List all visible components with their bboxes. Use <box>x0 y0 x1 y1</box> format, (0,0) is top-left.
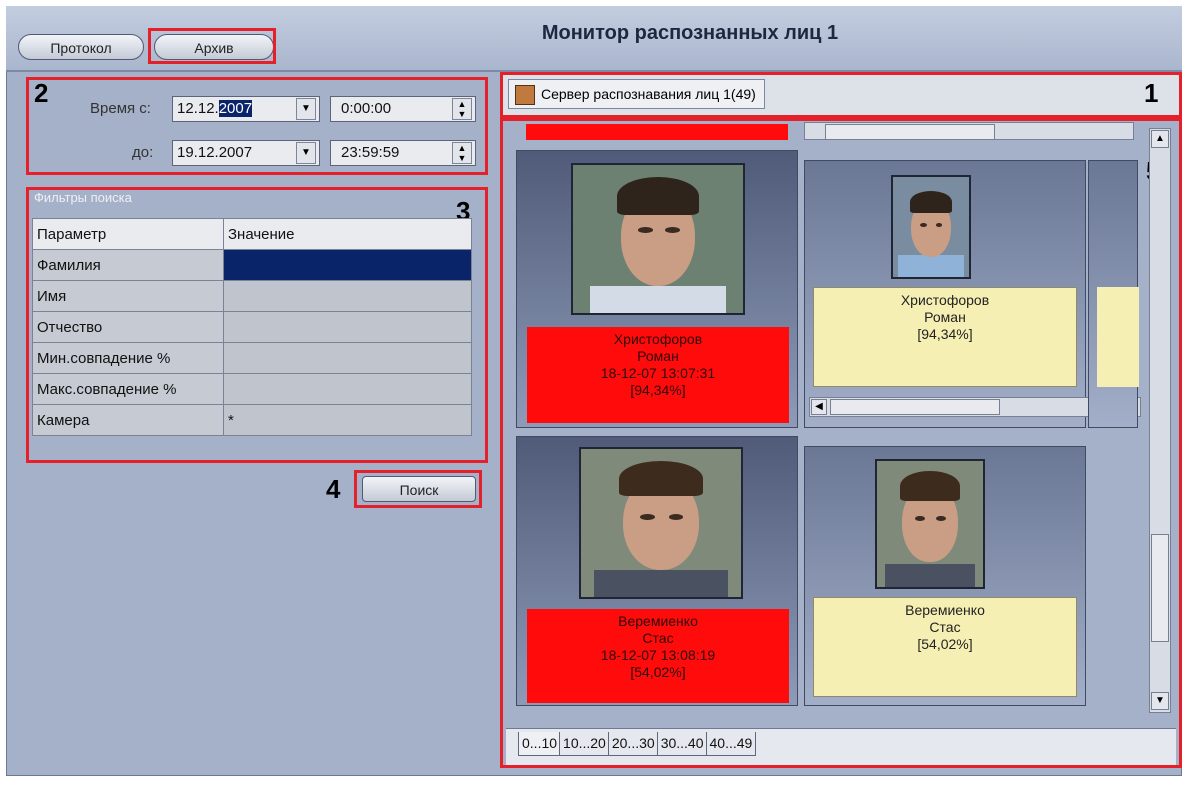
filter-value-input[interactable] <box>223 373 472 405</box>
scroll-left-icon[interactable]: ◀ <box>811 399 827 415</box>
match-percent: [94,34%] <box>917 326 973 342</box>
filter-param: Мин.совпадение % <box>32 342 224 374</box>
server-tab-highlight <box>500 72 1182 118</box>
filter-row[interactable]: Макс.совпадение % <box>32 373 472 405</box>
first-name: Роман <box>637 348 679 364</box>
scroll-thumb[interactable] <box>1151 534 1169 642</box>
filter-param: Камера <box>32 404 224 436</box>
scroll-thumb[interactable] <box>830 399 1000 415</box>
surname: Веремиенко <box>618 613 698 629</box>
time-from-spinner-icon[interactable]: ▲ ▼ <box>452 98 472 120</box>
alarm-label: Христофоров Роман 18-12-07 13:07:31 [94,… <box>527 327 789 423</box>
partial-horizontal-scrollbar[interactable] <box>804 122 1134 140</box>
callout-4: 4 <box>326 474 341 504</box>
date-from-day: 12.12. <box>177 100 219 117</box>
filter-value-input[interactable] <box>223 311 472 343</box>
date-from-year: 2007 <box>218 100 253 117</box>
result-card-red-2[interactable]: Веремиенко Стас 18-12-07 13:08:19 [54,02… <box>516 436 798 706</box>
match-percent: [94,34%] <box>630 382 686 398</box>
filter-value-input[interactable]: * <box>223 404 472 436</box>
filters-header-row: Параметр Значение <box>32 218 472 250</box>
surname: Христофоров <box>900 292 990 308</box>
archive-highlight <box>148 28 276 64</box>
filter-row[interactable]: Имя <box>32 280 472 312</box>
scroll-up-icon[interactable]: ▲ <box>1151 130 1169 148</box>
match-percent: [54,02%] <box>630 664 686 680</box>
page-tab[interactable]: 40...49 <box>705 732 757 756</box>
surname: Веремиенко <box>905 602 985 618</box>
page-tab[interactable]: 0...10 <box>518 732 562 756</box>
scroll-thumb[interactable] <box>825 124 995 140</box>
face-photo <box>571 163 745 315</box>
scroll-down-icon[interactable]: ▼ <box>1151 692 1169 710</box>
match-label: Веремиенко Стас [54,02%] <box>813 597 1077 697</box>
filter-row[interactable]: Камера * <box>32 404 472 436</box>
face-photo <box>891 175 971 279</box>
result-card-yellow-1[interactable]: Христофоров Роман [94,34%] ◀ ▶ <box>804 160 1141 428</box>
partial-red-label <box>526 124 788 140</box>
alarm-label: Веремиенко Стас 18-12-07 13:08:19 [54,02… <box>527 609 789 703</box>
first-name: Стас <box>642 630 674 646</box>
results-vertical-scrollbar[interactable]: ▲ ▼ <box>1149 128 1171 713</box>
filters-title: Фильтры поиска <box>34 190 132 205</box>
search-highlight <box>354 470 482 508</box>
face-photo <box>579 447 743 599</box>
date-to-dropdown-icon[interactable]: ▼ <box>296 142 316 164</box>
filter-row[interactable]: Фамилия <box>32 249 472 281</box>
filter-param: Имя <box>32 280 224 312</box>
time-from-label: Время с: <box>90 100 151 117</box>
filters-table: Параметр Значение Фамилия Имя Отчество М… <box>32 218 472 436</box>
first-name: Роман <box>924 309 966 325</box>
result-card-partial <box>1088 160 1139 428</box>
match-percent: [54,02%] <box>917 636 973 652</box>
time-to-label: до: <box>132 144 154 161</box>
surname: Христофоров <box>613 331 703 347</box>
page-tab[interactable]: 20...30 <box>607 732 659 756</box>
page-tab[interactable]: 30...40 <box>656 732 708 756</box>
filter-row[interactable]: Отчество <box>32 311 472 343</box>
face-photo <box>875 459 985 589</box>
filter-row[interactable]: Мин.совпадение % <box>32 342 472 374</box>
page-tabs: 0...10 10...20 20...30 30...40 40...49 <box>518 732 757 758</box>
callout-2: 2 <box>34 78 49 108</box>
date-from-dropdown-icon[interactable]: ▼ <box>296 98 316 120</box>
time-to-spinner-icon[interactable]: ▲ ▼ <box>452 142 472 164</box>
protocol-button[interactable]: Протокол <box>18 34 144 60</box>
callout-1: 1 <box>1144 78 1159 108</box>
column-header-value: Значение <box>223 218 472 250</box>
first-name: Стас <box>929 619 961 635</box>
filter-param: Фамилия <box>32 249 224 281</box>
timestamp: 18-12-07 13:08:19 <box>600 647 716 663</box>
result-card-red-1[interactable]: Христофоров Роман 18-12-07 13:07:31 [94,… <box>516 150 798 428</box>
filter-value-input[interactable] <box>223 249 472 281</box>
timestamp: 18-12-07 13:07:31 <box>600 365 716 381</box>
filter-param: Макс.совпадение % <box>32 373 224 405</box>
page-tab[interactable]: 10...20 <box>559 732 610 756</box>
match-label: Христофоров Роман [94,34%] <box>813 287 1077 387</box>
filter-param: Отчество <box>32 311 224 343</box>
column-header-param: Параметр <box>32 218 224 250</box>
result-card-yellow-2[interactable]: Веремиенко Стас [54,02%] <box>804 446 1086 706</box>
filter-value-input[interactable] <box>223 280 472 312</box>
filter-value-input[interactable] <box>223 342 472 374</box>
window-title: Монитор распознанных лиц 1 <box>541 22 839 44</box>
